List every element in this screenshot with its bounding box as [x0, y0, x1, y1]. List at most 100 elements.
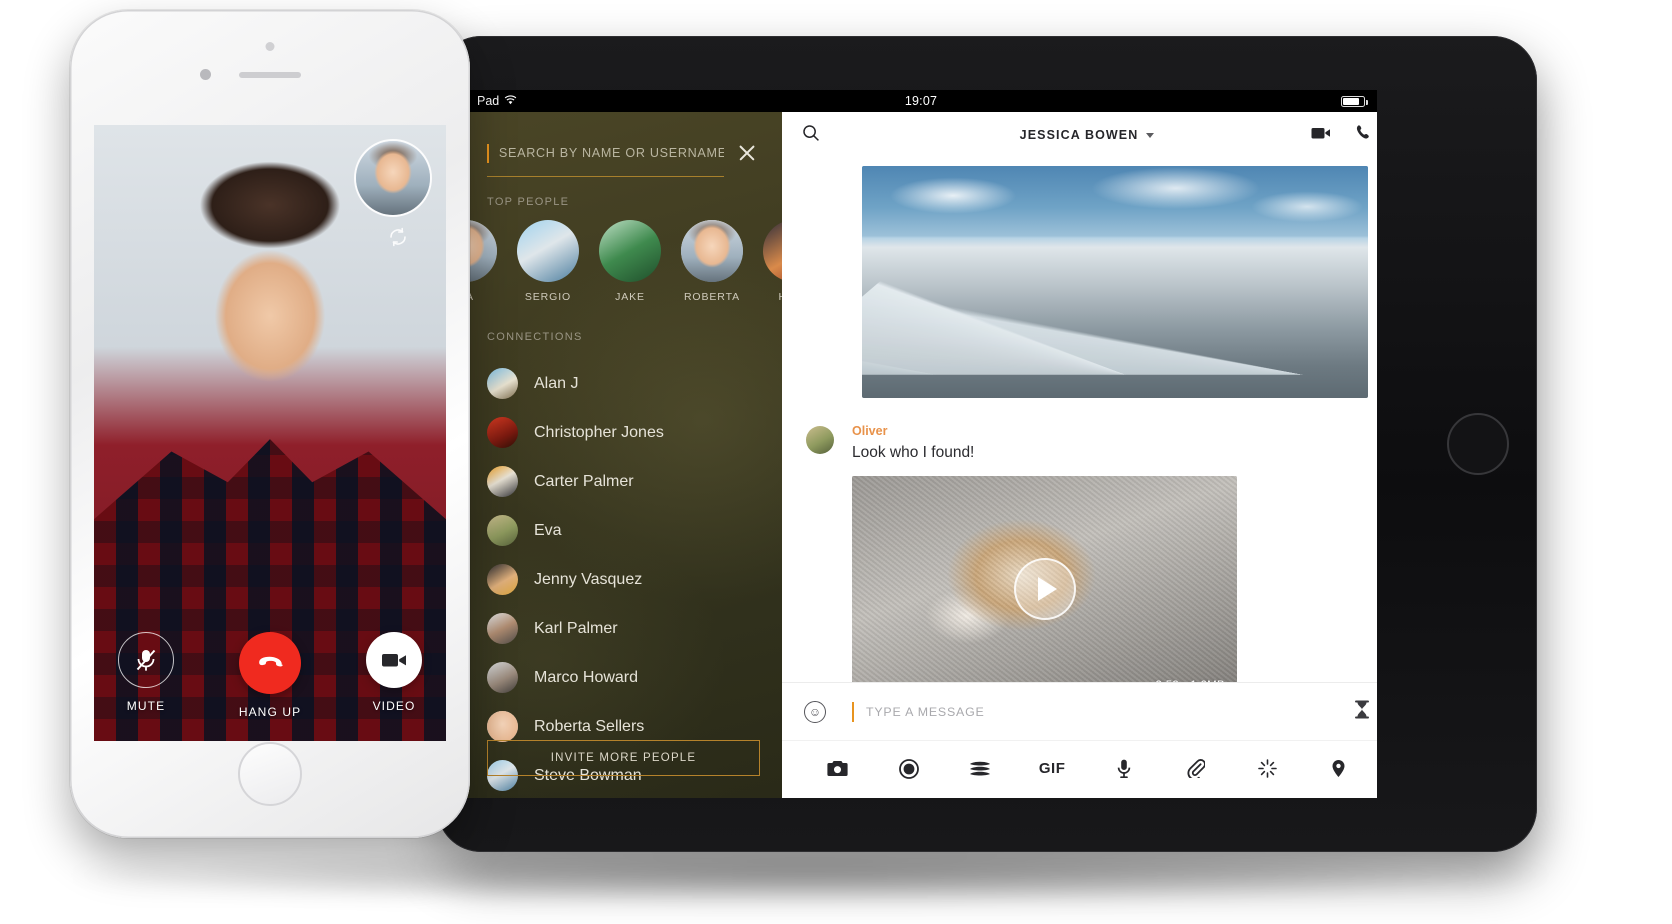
contacts-panel: TOP PEOPLE SA SERGIO	[465, 112, 782, 798]
battery-icon	[1341, 95, 1368, 107]
invite-wrap: INVITE MORE PEOPLE	[487, 740, 760, 776]
ipad-home-button[interactable]	[1447, 413, 1509, 475]
connection-name: Marco Howard	[534, 668, 639, 686]
connections-label: CONNECTIONS	[487, 331, 583, 343]
search-bar[interactable]	[487, 143, 724, 177]
avatar	[517, 220, 579, 282]
mute-label: MUTE	[126, 699, 166, 713]
avatar	[806, 426, 834, 454]
message-text: Look who I found!	[852, 444, 975, 461]
camera-icon[interactable]	[820, 752, 854, 786]
page-title: JESSICA BOWEN	[1019, 128, 1139, 142]
connection-name: Karl Palmer	[534, 619, 618, 637]
mute-control[interactable]: MUTE	[107, 632, 185, 719]
paperclip-icon[interactable]	[1179, 752, 1213, 786]
sparkle-icon[interactable]	[1250, 752, 1284, 786]
connection-name: Roberta Sellers	[534, 717, 645, 735]
avatar	[681, 220, 743, 282]
microphone-icon[interactable]	[1107, 752, 1141, 786]
call-controls: MUTE HANG UP VIDEO	[94, 632, 446, 719]
message-block: Oliver Look who I found! 3:53 · 1.2MB	[806, 424, 1368, 682]
mute-microphone-icon[interactable]	[118, 632, 174, 688]
hangup-control[interactable]: HANG UP	[231, 632, 309, 719]
avatar	[487, 417, 518, 448]
emoji-icon[interactable]: ☺	[804, 700, 826, 723]
play-icon[interactable]	[1013, 557, 1076, 620]
hang-up-phone-icon[interactable]	[239, 632, 301, 694]
attachment-toolbar: GIF	[782, 740, 1377, 798]
avatar	[487, 515, 518, 546]
iphone-device: MUTE HANG UP VIDEO	[70, 10, 470, 838]
chat-title-row[interactable]: JESSICA BOWEN	[782, 128, 1377, 142]
list-item[interactable]: Christopher Jones	[465, 408, 782, 457]
hangup-label: HANG UP	[238, 705, 302, 719]
text-caret	[852, 701, 854, 722]
ipad-screen: Pad 19:07 SEARCH BY NAME OR USERNAME TOP…	[465, 90, 1377, 798]
top-people-list: SA SERGIO JAKE	[465, 220, 782, 303]
record-icon[interactable]	[892, 752, 926, 786]
list-item[interactable]: Jenny Vasquez	[465, 555, 782, 604]
phone-icon[interactable]	[1355, 124, 1372, 146]
device-drop-shadow	[70, 845, 1550, 905]
message-body: Oliver Look who I found! 3:53 · 1.2MB	[852, 424, 1237, 682]
avatar	[487, 662, 518, 693]
avatar	[487, 466, 518, 497]
top-person[interactable]: JAKE	[595, 220, 665, 303]
photo-message[interactable]	[862, 166, 1368, 398]
video-label: VIDEO	[372, 699, 416, 713]
video-camera-icon[interactable]	[366, 632, 422, 688]
video-message[interactable]: 3:53 · 1.2MB	[852, 476, 1237, 682]
invite-more-people-button[interactable]: INVITE MORE PEOPLE	[487, 740, 760, 776]
avatar	[763, 220, 782, 282]
connection-name: Carter Palmer	[534, 472, 634, 490]
message-list[interactable]: Oliver Look who I found! 3:53 · 1.2MB	[782, 158, 1377, 682]
mountain-landscape-photo	[862, 166, 1368, 398]
top-person[interactable]: HELE	[759, 220, 782, 303]
avatar	[487, 368, 518, 399]
chat-panel: JESSICA BOWEN Oliver Look who I found! ☺…	[782, 112, 1377, 798]
list-item[interactable]: Carter Palmer	[465, 457, 782, 506]
chevron-down-icon	[1146, 132, 1155, 138]
top-person-name: SA	[465, 291, 501, 303]
search-input[interactable]	[498, 146, 724, 160]
status-time: 19:07	[904, 94, 938, 108]
top-person-name: JAKE	[615, 291, 645, 303]
top-person[interactable]: SERGIO	[513, 220, 583, 303]
stack-icon[interactable]	[963, 752, 997, 786]
message-input[interactable]	[866, 704, 1354, 719]
avatar	[599, 220, 661, 282]
connection-name: Jenny Vasquez	[534, 570, 643, 588]
avatar	[487, 564, 518, 595]
flip-camera-icon[interactable]	[388, 227, 408, 247]
ios-status-bar: Pad 19:07	[465, 90, 1377, 112]
app-root: TOP PEOPLE SA SERGIO	[465, 112, 1377, 798]
connection-name: Alan J	[534, 374, 579, 392]
chat-header: JESSICA BOWEN	[782, 112, 1377, 158]
message-composer: ☺	[782, 682, 1377, 740]
top-person[interactable]: ROBERTA	[677, 220, 747, 303]
top-person-name: HELE	[759, 291, 782, 303]
top-person-name: ROBERTA	[683, 291, 741, 303]
video-camera-icon[interactable]	[1311, 126, 1331, 145]
iphone-screen: MUTE HANG UP VIDEO	[94, 125, 446, 741]
iphone-sensor	[265, 42, 275, 51]
self-video-thumbnail[interactable]	[354, 139, 432, 217]
text-caret	[487, 143, 489, 163]
hourglass-icon[interactable]	[1354, 700, 1370, 724]
connections-list: Alan J Christopher Jones Carter Palmer E…	[465, 355, 782, 798]
gif-icon[interactable]: GIF	[1035, 752, 1069, 786]
header-actions	[1311, 124, 1372, 146]
list-item[interactable]: Karl Palmer	[465, 604, 782, 653]
iphone-front-camera	[200, 69, 211, 80]
list-item[interactable]: Alan J	[465, 359, 782, 408]
iphone-home-button[interactable]	[238, 742, 302, 806]
list-item[interactable]: Eva	[465, 506, 782, 555]
connection-name: Eva	[534, 521, 562, 539]
connection-name: Christopher Jones	[534, 423, 664, 441]
top-person[interactable]: SA	[465, 220, 501, 303]
avatar	[487, 711, 518, 742]
video-control[interactable]: VIDEO	[355, 632, 433, 719]
location-pin-icon[interactable]	[1322, 752, 1356, 786]
close-icon[interactable]	[734, 140, 760, 166]
list-item[interactable]: Marco Howard	[465, 653, 782, 702]
